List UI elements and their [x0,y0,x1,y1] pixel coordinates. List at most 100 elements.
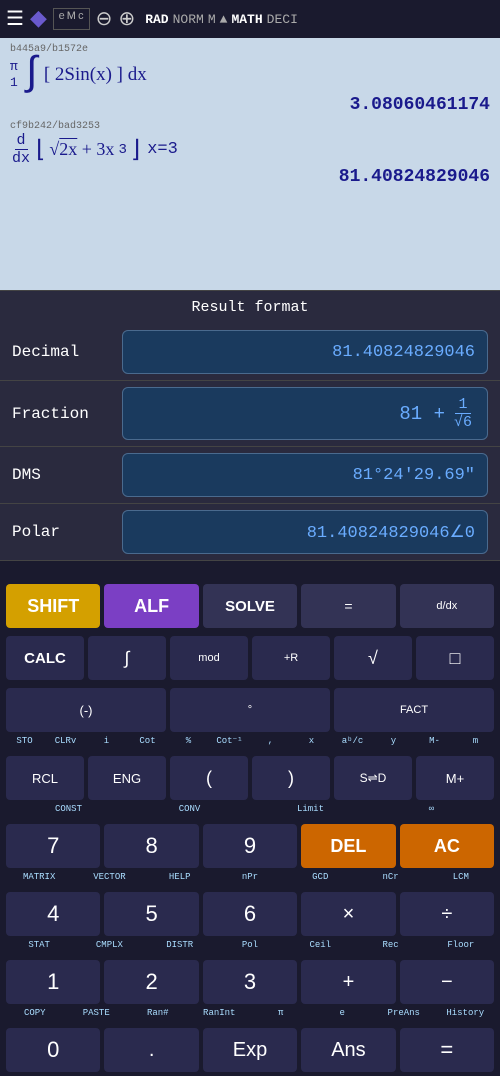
ans-button[interactable]: Ans [301,1028,395,1072]
sub-matrix: MATRIX [4,872,74,888]
sublabel-row-5: COPY PASTE Ran# RanInt π e PreAns Histor… [0,1008,500,1024]
minus-circle-btn[interactable]: ⊖ [96,6,113,32]
calc-button[interactable]: CALC [6,636,84,680]
sub-percent: % [168,736,209,752]
rf-decimal-label: Decimal [12,343,122,361]
rf-dms-item[interactable]: DMS 81°24'29.69" [0,447,500,504]
sub-sto: STO [4,736,45,752]
sub-help: HELP [145,872,215,888]
fraction-display: 1 √6 [451,396,475,431]
sub-paste: PASTE [66,1008,128,1024]
box-btn[interactable]: □ [416,636,494,680]
menu-icon[interactable]: ☰ [6,6,24,32]
mode-norm[interactable]: NORM [173,12,204,27]
mplus-button[interactable]: M+ [416,756,494,800]
sub-mminus: M- [414,736,455,752]
open-paren-button[interactable]: ( [170,756,248,800]
display-entry-1: b445a9/b1572e π 1 ∫ [ 2Sin(x) ] dx 3.080… [10,44,490,115]
shift-button[interactable]: SHIFT [6,584,100,628]
deriv-numerator: d [15,132,28,150]
sublabel-row-3: MATRIX VECTOR HELP nPr GCD nCr LCM [0,872,500,888]
mode-m[interactable]: M [208,12,216,27]
fraction-whole: 81 + [399,403,445,425]
times-button[interactable]: × [301,892,395,936]
rf-decimal-value: 81.40824829046 [122,330,488,374]
alpha-button[interactable]: ALF [104,584,198,628]
sqrt-button[interactable]: √ [334,636,412,680]
mode-triangle[interactable]: ▲ [220,12,228,27]
sub-comma: , [250,736,291,752]
calc-mode-icon: ᵉᴹᶜ [53,8,90,30]
solve-button[interactable]: SOLVE [203,584,297,628]
ac-button[interactable]: AC [400,824,494,868]
row-789: 7 8 9 DEL AC [0,820,500,872]
rf-polar-value: 81.40824829046∠0 [122,510,488,554]
sub-ran: Ran# [127,1008,189,1024]
sub-pol: Pol [215,940,285,956]
plus-circle-btn[interactable]: ⊕ [118,6,135,32]
sub-ranint: RanInt [189,1008,251,1024]
mod-button[interactable]: mod [170,636,248,680]
btn-1[interactable]: 1 [6,960,100,1004]
fact-button[interactable]: FACT [334,688,494,732]
equals-button[interactable]: = [400,1028,494,1072]
btn-9[interactable]: 9 [203,824,297,868]
sub-cmplx: CMPLX [74,940,144,956]
sub-limit: Limit [250,804,371,820]
sub-vector: VECTOR [74,872,144,888]
plus-button[interactable]: + [301,960,395,1004]
del-button[interactable]: DEL [301,824,395,868]
shift-alpha-row: SHIFT ALF SOLVE = d/dx [0,580,500,632]
close-paren-button[interactable]: ) [252,756,330,800]
sub-cotinv: Cot⁻¹ [209,736,250,752]
sub-distr: DISTR [145,940,215,956]
display-entry-2: cf9b242/bad3253 d dx ⌊ √2x + 3x 3 ⌋ x=3 … [10,121,490,187]
sto-eq-button[interactable]: S⇌D [334,756,412,800]
rf-fraction-item[interactable]: Fraction 81 + 1 √6 [0,381,500,447]
rf-polar-item[interactable]: Polar 81.40824829046∠0 [0,504,500,561]
dot-button[interactable]: . [104,1028,198,1072]
integral-body: [ 2Sin(x) ] dx [44,64,147,86]
rf-polar-label: Polar [12,523,122,541]
equals-sm-button[interactable]: = [301,584,395,628]
row-0: 0 . Exp Ans = [0,1024,500,1076]
rf-fraction-value: 81 + 1 √6 [122,387,488,440]
negative-button[interactable]: (-) [6,688,166,732]
mode-bar: RAD NORM M ▲ MATH DECI [145,12,298,27]
sub-conv: CONV [129,804,250,820]
rf-dms-label: DMS [12,466,122,484]
sub-history: History [435,1008,497,1024]
sub-gcd: GCD [285,872,355,888]
sublabel-row-2: CONST CONV Limit ∞ [0,804,500,820]
exp-button[interactable]: Exp [203,1028,297,1072]
degree-button[interactable]: ° [170,688,330,732]
rcl-button[interactable]: RCL [6,756,84,800]
mode-math[interactable]: MATH [231,12,262,27]
sub-rec: Rec [355,940,425,956]
integral-lower: 1 [10,75,18,91]
btn-2[interactable]: 2 [104,960,198,1004]
btn-0[interactable]: 0 [6,1028,100,1072]
rf-decimal-item[interactable]: Decimal 81.40824829046 [0,324,500,381]
btn-5[interactable]: 5 [104,892,198,936]
rf-fraction-label: Fraction [12,405,122,423]
integral-button[interactable]: ∫ [88,636,166,680]
divide-button[interactable]: ÷ [400,892,494,936]
plusr-button[interactable]: +R [252,636,330,680]
btn-6[interactable]: 6 [203,892,297,936]
mode-deci[interactable]: DECI [267,12,298,27]
sublabel-row-1: STO CLRv i Cot % Cot⁻¹ , x aᵇ/c y M- m [0,736,500,752]
calc-row: CALC ∫ mod +R √ □ [0,632,500,684]
integral-sign: ∫ [20,55,44,95]
eng-button[interactable]: ENG [88,756,166,800]
btn-4[interactable]: 4 [6,892,100,936]
mode-rad[interactable]: RAD [145,12,168,27]
ddx-button[interactable]: d/dx [400,584,494,628]
btn-3[interactable]: 3 [203,960,297,1004]
integral-upper: π [10,59,18,75]
sub-clrv: CLRv [45,736,86,752]
deriv-bracket-open: ⌊ [36,135,45,165]
btn-8[interactable]: 8 [104,824,198,868]
minus-button[interactable]: − [400,960,494,1004]
btn-7[interactable]: 7 [6,824,100,868]
